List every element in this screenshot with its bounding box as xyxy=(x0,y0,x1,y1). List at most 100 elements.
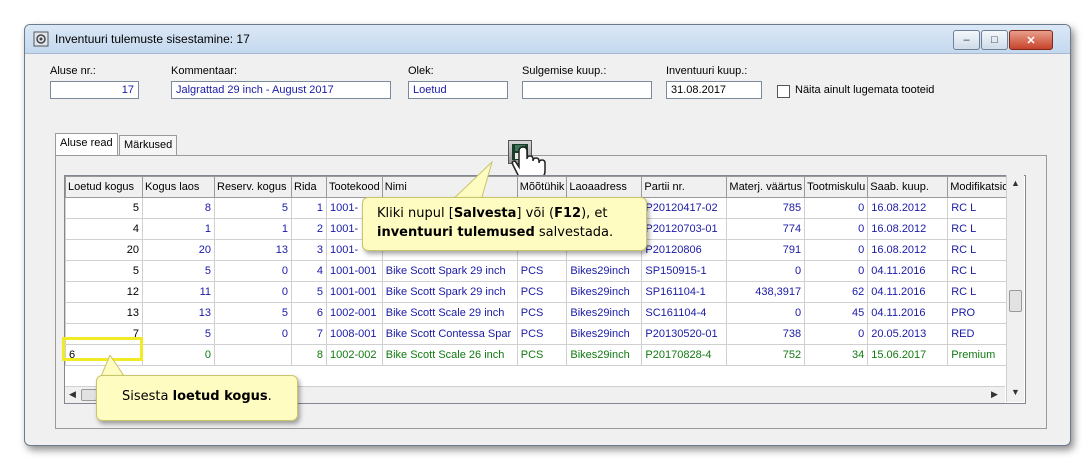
minimize-icon: – xyxy=(963,34,970,46)
cell-reserv xyxy=(214,344,292,366)
vertical-scroll-thumb[interactable] xyxy=(1009,290,1022,312)
sulgemise-label: Sulgemise kuup.: xyxy=(522,65,607,77)
close-icon: ✕ xyxy=(1026,34,1036,47)
app-icon xyxy=(33,31,49,47)
scroll-up-icon[interactable]: ▲ xyxy=(1011,178,1020,188)
col-saab-kuup[interactable]: Saab. kuup. xyxy=(867,176,949,198)
cell-partii: P20120806 xyxy=(641,239,728,261)
olek-field[interactable]: Loetud xyxy=(408,81,508,99)
cell-nimi: Bike Scott Scale 26 inch xyxy=(381,344,518,366)
sulgemise-field[interactable] xyxy=(522,81,652,99)
col-rida[interactable]: Rida xyxy=(291,176,327,198)
maximize-icon: □ xyxy=(991,34,998,46)
cell-mootuhik: PCS xyxy=(516,281,568,303)
cell-kogus: 1 xyxy=(142,218,215,240)
cell-partii: SP161104-1 xyxy=(641,281,728,303)
kommentaar-field[interactable]: Jalgrattad 29 inch - August 2017 xyxy=(171,81,391,99)
cell-reserv: 1 xyxy=(214,218,292,240)
col-reserv-kogus[interactable]: Reserv. kogus xyxy=(214,176,292,198)
cell-reserv: 5 xyxy=(214,197,292,219)
cell-nimi: Bike Scott Spark 29 inch xyxy=(381,281,518,303)
cell-laoaadress: Bikes29inch xyxy=(566,260,643,282)
cell-tootmiskulu: 0 xyxy=(804,239,869,261)
close-button[interactable]: ✕ xyxy=(1009,30,1053,50)
cell-tootmiskulu: 0 xyxy=(804,197,869,219)
col-laoaadress[interactable]: Laoaadress xyxy=(566,176,643,198)
cell-nimi: Bike Scott Contessa Spar xyxy=(381,323,518,345)
cell-rida: 7 xyxy=(291,323,327,345)
cell-partii: P20130520-01 xyxy=(641,323,728,345)
cell-rida: 8 xyxy=(291,344,327,366)
cell-mootuhik: PCS xyxy=(516,323,568,345)
cell-loetud[interactable]: 4 xyxy=(65,218,143,240)
scroll-left-icon[interactable]: ◀ xyxy=(69,389,76,400)
save-callout-line1: Kliki nupul [Salvesta] või (F12), et xyxy=(377,206,608,221)
table-row[interactable]: 13 13 5 6 1002-001 Bike Scott Scale 29 i… xyxy=(65,302,1024,324)
cell-partii: SC161104-4 xyxy=(641,302,728,324)
scroll-down-icon[interactable]: ▼ xyxy=(1011,387,1020,397)
cell-rida: 6 xyxy=(291,302,327,324)
cell-mootuhik: PCS xyxy=(516,260,568,282)
inventuuri-field[interactable]: 31.08.2017 xyxy=(666,81,762,99)
cell-reserv: 0 xyxy=(214,281,292,303)
cell-mootuhik: PCS xyxy=(516,302,568,324)
cell-nimi: Bike Scott Scale 29 inch xyxy=(381,302,518,324)
table-row[interactable]: 7 5 0 7 1008-001 Bike Scott Contessa Spa… xyxy=(65,323,1024,345)
cell-loetud[interactable]: 5 xyxy=(65,260,143,282)
title-bar[interactable]: Inventuuri tulemuste sisestamine: 17 – □… xyxy=(25,25,1070,54)
aluse-field[interactable]: 17 xyxy=(50,81,139,99)
cell-loetud[interactable]: 5 xyxy=(65,197,143,219)
inventuuri-label: Inventuuri kuup.: xyxy=(666,65,748,77)
cell-tootekood: 1001-001 xyxy=(326,281,383,303)
cell-rida: 3 xyxy=(291,239,327,261)
cell-saab: 16.08.2012 xyxy=(867,239,949,261)
minimize-button[interactable]: – xyxy=(953,30,980,50)
col-partii-nr[interactable]: Partii nr. xyxy=(641,176,728,198)
col-materj-vaartus[interactable]: Materj. väärtus xyxy=(726,176,806,198)
cell-materj: 738 xyxy=(726,323,806,345)
tab-aluse-read[interactable]: Aluse read xyxy=(55,133,118,155)
cell-tootekood: 1002-001 xyxy=(326,302,383,324)
vertical-scrollbar[interactable]: ▲ ▼ xyxy=(1006,175,1024,402)
cell-materj: 785 xyxy=(726,197,806,219)
col-kogus-laos[interactable]: Kogus laos xyxy=(142,176,215,198)
grid-header-row: Loetud kogus Kogus laos Reserv. kogus Ri… xyxy=(65,176,1024,198)
cell-materj: 752 xyxy=(726,344,806,366)
cell-partii: P20120703-01 xyxy=(641,218,728,240)
cell-rida: 1 xyxy=(291,197,327,219)
col-tootekood[interactable]: Tootekood xyxy=(326,176,383,198)
col-mootuhik[interactable]: Mõõtühik xyxy=(516,176,568,198)
naita-checkbox[interactable] xyxy=(777,85,790,98)
aluse-label: Aluse nr.: xyxy=(50,65,96,77)
cell-materj: 438,3917 xyxy=(726,281,806,303)
cell-nimi: Bike Scott Spark 29 inch xyxy=(381,260,518,282)
cell-tootekood: 1008-001 xyxy=(326,323,383,345)
col-tootmiskulu[interactable]: Tootmiskulu xyxy=(804,176,869,198)
cell-materj: 0 xyxy=(726,302,806,324)
table-row[interactable]: 12 11 0 5 1001-001 Bike Scott Spark 29 i… xyxy=(65,281,1024,303)
cell-partii: P20170828-4 xyxy=(641,344,728,366)
cell-kogus: 0 xyxy=(142,344,215,366)
maximize-button[interactable]: □ xyxy=(981,30,1008,50)
cell-rida: 5 xyxy=(291,281,327,303)
cell-partii: P20120417-02 xyxy=(641,197,728,219)
cell-loetud[interactable]: 13 xyxy=(65,302,143,324)
cell-kogus: 5 xyxy=(142,323,215,345)
cell-reserv: 0 xyxy=(214,323,292,345)
scroll-right-icon[interactable]: ▶ xyxy=(991,389,998,400)
col-loetud-kogus[interactable]: Loetud kogus xyxy=(65,176,143,198)
cell-saab: 15.06.2017 xyxy=(867,344,949,366)
cell-saab: 04.11.2016 xyxy=(867,302,949,324)
cell-laoaadress: Bikes29inch xyxy=(566,323,643,345)
cell-loetud[interactable]: 12 xyxy=(65,281,143,303)
cell-kogus: 11 xyxy=(142,281,215,303)
tab-markused[interactable]: Märkused xyxy=(119,135,178,155)
cell-kogus: 20 xyxy=(142,239,215,261)
cell-tootekood: 1001-001 xyxy=(326,260,383,282)
cell-saab: 16.08.2012 xyxy=(867,197,949,219)
cell-tootmiskulu: 0 xyxy=(804,323,869,345)
cell-loetud[interactable]: 20 xyxy=(65,239,143,261)
table-row[interactable]: 6 0 8 1002-002 Bike Scott Scale 26 inch … xyxy=(65,344,1024,366)
table-row[interactable]: 5 5 0 4 1001-001 Bike Scott Spark 29 inc… xyxy=(65,260,1024,282)
horizontal-scroll-thumb[interactable] xyxy=(81,389,97,401)
